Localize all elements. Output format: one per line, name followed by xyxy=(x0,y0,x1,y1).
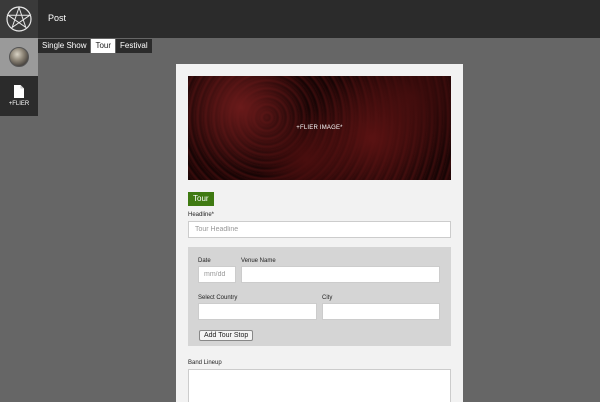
add-flier-label: +FLIER xyxy=(8,101,30,107)
add-flier-button[interactable]: +FLIER xyxy=(0,76,38,116)
tab-single-show[interactable]: Single Show xyxy=(38,39,91,53)
page-title: Post xyxy=(48,13,67,23)
logo[interactable] xyxy=(0,0,38,38)
city-input[interactable] xyxy=(322,303,440,320)
country-label: Select Country xyxy=(198,295,238,301)
tab-festival[interactable]: Festival xyxy=(116,39,152,53)
band-lineup-label: Band Lineup xyxy=(188,360,222,366)
post-form-card: +FLIER IMAGE* Tour Headline* Date Venue … xyxy=(176,64,463,402)
headline-input[interactable] xyxy=(188,221,451,238)
flier-image-label: +FLIER IMAGE* xyxy=(296,125,343,131)
add-tour-stop-button[interactable]: Add Tour Stop xyxy=(199,330,254,341)
avatar-button[interactable] xyxy=(0,38,38,76)
band-lineup-input[interactable] xyxy=(188,369,451,402)
sidebar: +FLIER xyxy=(0,0,38,402)
tour-stop-box: Date Venue Name Select Country City Add … xyxy=(188,247,451,346)
date-input[interactable] xyxy=(198,266,236,283)
venue-name-input[interactable] xyxy=(241,266,440,283)
tab-tour[interactable]: Tour xyxy=(91,39,116,53)
avatar xyxy=(9,47,29,67)
country-select[interactable] xyxy=(198,303,317,320)
top-bar: Post xyxy=(0,0,600,38)
document-icon xyxy=(14,85,24,98)
pentagram-icon xyxy=(6,5,32,32)
headline-label: Headline* xyxy=(188,212,215,218)
post-type-tabs: Single Show Tour Festival xyxy=(38,39,153,53)
city-label: City xyxy=(322,295,333,301)
venue-name-label: Venue Name xyxy=(241,258,276,264)
flier-image-upload[interactable]: +FLIER IMAGE* xyxy=(188,76,451,180)
tour-mode-badge: Tour xyxy=(188,192,214,206)
date-label: Date xyxy=(198,258,211,264)
